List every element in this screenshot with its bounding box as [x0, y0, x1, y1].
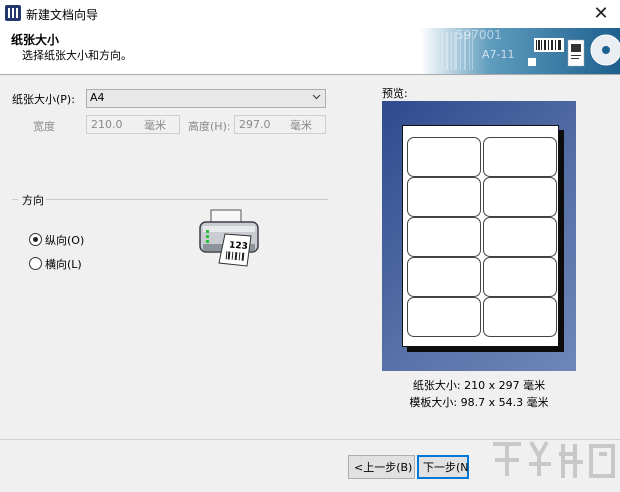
radio-unselected-icon: [29, 257, 42, 270]
width-field[interactable]: 210.0 毫米: [86, 115, 180, 134]
banner-barcode-graphic: 597001 A7-11: [420, 28, 620, 74]
prev-button[interactable]: <上一步(B): [348, 455, 415, 479]
window-title: 新建文档向导: [26, 8, 99, 22]
height-value: 297.0: [239, 118, 271, 131]
label-cell: [483, 217, 557, 257]
label-cell: [483, 177, 557, 217]
paper-size-label: 纸张大小(P):: [12, 93, 75, 106]
label-cell: [483, 137, 557, 177]
paper-size-value: A4: [90, 91, 105, 104]
label-cell: [483, 257, 557, 297]
landscape-label: 横向(L): [45, 258, 82, 271]
next-button[interactable]: 下一步(N: [417, 455, 469, 479]
width-value: 210.0: [91, 118, 123, 131]
close-icon[interactable]: ✕: [586, 2, 616, 26]
label-cell: [407, 297, 481, 337]
label-cell: [407, 257, 481, 297]
banner-text-2: A7-11: [482, 48, 515, 61]
landscape-radio[interactable]: 横向(L): [29, 256, 109, 272]
portrait-radio[interactable]: 纵向(O): [29, 232, 109, 248]
group-divider-left: [12, 199, 18, 200]
wizard-header: 纸张大小 选择纸张大小和方向。 597001 A7-11: [0, 28, 620, 75]
template-size-info: 模板大小: 98.7 x 54.3 毫米: [409, 396, 549, 409]
preview-page: [402, 125, 559, 347]
portrait-label: 纵向(O): [45, 234, 85, 247]
preview-panel: [382, 101, 576, 371]
paper-size-select[interactable]: A4: [86, 89, 326, 108]
page-title: 纸张大小: [11, 33, 60, 47]
width-label: 宽度: [33, 120, 55, 133]
height-unit: 毫米: [290, 119, 312, 132]
orientation-group-label: 方向: [22, 194, 44, 207]
label-cell: [407, 137, 481, 177]
preview-label: 预览:: [382, 87, 408, 100]
group-divider: [46, 199, 328, 200]
page-subtitle: 选择纸张大小和方向。: [22, 49, 132, 62]
width-unit: 毫米: [144, 119, 166, 132]
height-label: 高度(H):: [188, 120, 231, 133]
app-icon: [5, 5, 21, 21]
label-cell: [483, 297, 557, 337]
label-cell: [407, 177, 481, 217]
watermark-logo: [493, 441, 615, 478]
svg-text:123: 123: [229, 240, 249, 252]
printer-icon: 123: [199, 209, 259, 267]
title-bar: 新建文档向导 ✕: [0, 0, 620, 28]
banner-text-1: 597001: [456, 28, 502, 42]
radio-selected-icon: [29, 233, 42, 246]
paper-size-info: 纸张大小: 210 x 297 毫米: [412, 379, 546, 392]
label-cell: [407, 217, 481, 257]
height-field[interactable]: 297.0 毫米: [234, 115, 326, 134]
chevron-down-icon: [312, 94, 321, 100]
